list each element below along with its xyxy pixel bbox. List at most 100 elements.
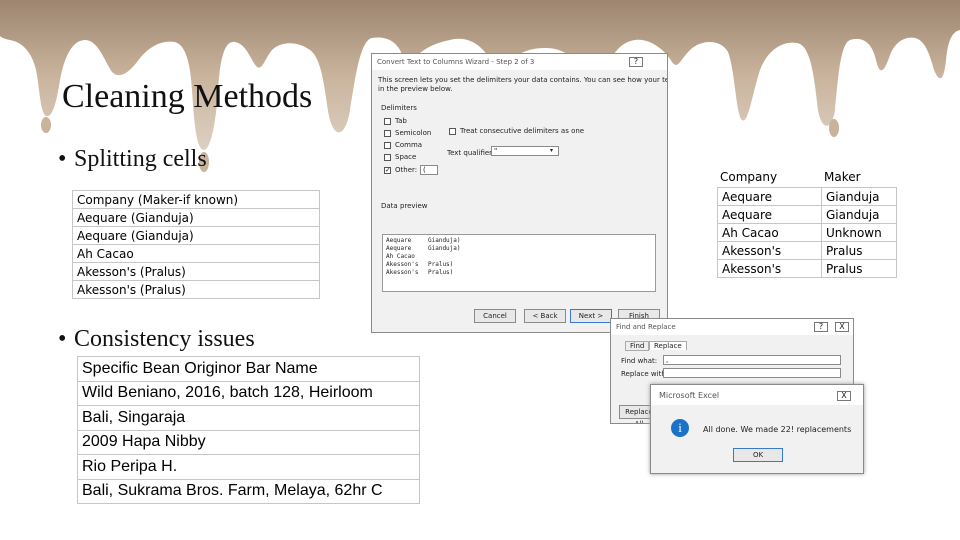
table-row: Aequare Gianduja bbox=[717, 187, 897, 206]
cancel-button[interactable]: Cancel bbox=[474, 309, 516, 323]
table-row: Akesson's (Pralus) bbox=[72, 262, 320, 281]
preview-cell: Aequare bbox=[386, 245, 412, 252]
message-titlebar: Microsoft Excel bbox=[651, 385, 863, 405]
replace-with-input[interactable] bbox=[663, 368, 841, 378]
preview-cell: Gianduja) bbox=[428, 245, 461, 252]
preview-row: Aequare Gianduja) bbox=[386, 245, 652, 253]
table-row: Wild Beniano, 2016, batch 128, Heirloom bbox=[77, 380, 420, 406]
drip-drop bbox=[41, 117, 51, 133]
table-row: Bali, Sukrama Bros. Farm, Melaya, 62hr C bbox=[77, 478, 420, 504]
find-what-input[interactable]: , bbox=[663, 355, 841, 365]
tab-find[interactable]: Find bbox=[625, 341, 650, 351]
table-cell[interactable]: Bali, Singaraja bbox=[77, 405, 420, 431]
space-label: Space bbox=[395, 153, 417, 161]
table-cell[interactable]: Ah Cacao bbox=[72, 244, 320, 263]
semicolon-checkbox[interactable] bbox=[384, 130, 391, 137]
preview-row: Ah Cacao bbox=[386, 253, 652, 261]
preview-row: Akesson's Pralus) bbox=[386, 269, 652, 277]
message-title: Microsoft Excel bbox=[659, 391, 720, 400]
company-cell[interactable]: Aequare bbox=[717, 205, 822, 224]
tab-label: Tab bbox=[395, 117, 407, 125]
bullet-splitting-cells: • Splitting cells bbox=[58, 146, 207, 173]
space-checkbox[interactable] bbox=[384, 154, 391, 161]
comma-label: Comma bbox=[395, 141, 423, 149]
replace-with-label: Replace with: bbox=[621, 370, 669, 378]
preview-cell: Gianduja) bbox=[428, 237, 461, 244]
find-what-label: Find what: bbox=[621, 357, 658, 365]
ok-button[interactable]: OK bbox=[733, 448, 783, 462]
maker-cell[interactable]: Gianduja bbox=[821, 187, 897, 206]
help-button[interactable]: ? bbox=[814, 322, 828, 332]
next-button[interactable]: Next > bbox=[570, 309, 612, 323]
consecutive-label: Treat consecutive delimiters as one bbox=[460, 127, 585, 135]
comma-checkbox[interactable] bbox=[384, 142, 391, 149]
bullet-dot: • bbox=[58, 326, 67, 352]
bullet-consistency-issues: • Consistency issues bbox=[58, 326, 255, 353]
table-cell[interactable]: Company (Maker-if known) bbox=[72, 190, 320, 209]
table-row: Company (Maker-if known) bbox=[72, 190, 320, 209]
help-button[interactable]: ? bbox=[629, 57, 643, 67]
maker-cell[interactable]: Pralus bbox=[821, 241, 897, 260]
table-cell[interactable]: Rio Peripa H. bbox=[77, 454, 420, 480]
preview-cell: Akesson's bbox=[386, 269, 419, 276]
message-text: All done. We made 22! replacements bbox=[703, 425, 852, 434]
table-row: Akesson's Pralus bbox=[717, 259, 897, 278]
maker-cell[interactable]: Pralus bbox=[821, 259, 897, 278]
maker-cell[interactable]: Unknown bbox=[821, 223, 897, 242]
close-button[interactable]: X bbox=[835, 322, 849, 332]
table-row: Specific Bean Originor Bar Name bbox=[77, 356, 420, 382]
split-header-maker: Maker bbox=[824, 170, 861, 184]
company-cell[interactable]: Ah Cacao bbox=[717, 223, 822, 242]
tab-checkbox[interactable] bbox=[384, 118, 391, 125]
consecutive-checkbox[interactable] bbox=[449, 128, 456, 135]
company-cell[interactable]: Aequare bbox=[717, 187, 822, 206]
wizard-description-line1: This screen lets you set the delimiters … bbox=[378, 76, 667, 84]
company-cell[interactable]: Akesson's bbox=[717, 241, 822, 260]
preview-cell: Pralus) bbox=[428, 269, 454, 276]
bean-origin-table: Specific Bean Originor Bar Name Wild Ben… bbox=[77, 356, 420, 504]
preview-cell: Pralus) bbox=[428, 261, 454, 268]
split-result-table: Aequare Gianduja Aequare Gianduja Ah Cacao… bbox=[717, 187, 897, 278]
info-icon: i bbox=[671, 419, 689, 437]
other-delimiter-input[interactable]: ( bbox=[420, 165, 438, 175]
table-row: Ah Cacao bbox=[72, 244, 320, 263]
other-label: Other: bbox=[395, 166, 418, 174]
company-maker-table: Company (Maker-if known) Aequare (Giandu… bbox=[72, 190, 320, 299]
table-row: Aequare (Gianduja) bbox=[72, 226, 320, 245]
table-cell[interactable]: Aequare (Gianduja) bbox=[72, 226, 320, 245]
other-checkbox-checked[interactable]: ✓ bbox=[384, 167, 391, 174]
preview-row: Aequare Gianduja) bbox=[386, 237, 652, 245]
table-cell[interactable]: Aequare (Gianduja) bbox=[72, 208, 320, 227]
table-cell[interactable]: Akesson's (Pralus) bbox=[72, 262, 320, 281]
table-cell[interactable]: Specific Bean Originor Bar Name bbox=[77, 356, 420, 382]
table-cell[interactable]: Wild Beniano, 2016, batch 128, Heirloom bbox=[77, 380, 420, 406]
table-row: Akesson's (Pralus) bbox=[72, 280, 320, 299]
wizard-title: Convert Text to Columns Wizard - Step 2 … bbox=[377, 58, 535, 66]
qualifier-label: Text qualifier: bbox=[447, 149, 495, 157]
excel-message-box: Microsoft Excel X i All done. We made 22… bbox=[650, 384, 864, 474]
wizard-description-line2: in the preview below. bbox=[378, 85, 453, 93]
company-cell[interactable]: Akesson's bbox=[717, 259, 822, 278]
qualifier-select[interactable]: " bbox=[491, 146, 559, 156]
tab-replace[interactable]: Replace bbox=[649, 341, 687, 350]
wizard-titlebar: Convert Text to Columns Wizard - Step 2 … bbox=[372, 54, 667, 70]
table-cell[interactable]: 2009 Hapa Nibby bbox=[77, 429, 420, 455]
close-button[interactable]: X bbox=[837, 391, 851, 401]
back-button[interactable]: < Back bbox=[524, 309, 566, 323]
preview-cell: Ah Cacao bbox=[386, 253, 415, 260]
maker-cell[interactable]: Gianduja bbox=[821, 205, 897, 224]
bullet-text: Consistency issues bbox=[74, 326, 255, 352]
bullet-dot: • bbox=[58, 146, 67, 172]
split-header-company: Company bbox=[720, 170, 778, 184]
semicolon-label: Semicolon bbox=[395, 129, 432, 137]
table-row: 2009 Hapa Nibby bbox=[77, 429, 420, 455]
chevron-down-icon[interactable]: ▾ bbox=[550, 147, 553, 154]
table-row: Bali, Singaraja bbox=[77, 405, 420, 431]
table-row: Ah Cacao Unknown bbox=[717, 223, 897, 242]
table-cell[interactable]: Bali, Sukrama Bros. Farm, Melaya, 62hr C bbox=[77, 478, 420, 504]
preview-cell: Akesson's bbox=[386, 261, 419, 268]
data-preview-label: Data preview bbox=[381, 202, 428, 210]
data-preview-pane[interactable]: Aequare Gianduja) Aequare Gianduja) Ah Cac… bbox=[382, 234, 656, 292]
slide-title: Cleaning Methods bbox=[62, 78, 313, 115]
table-cell[interactable]: Akesson's (Pralus) bbox=[72, 280, 320, 299]
